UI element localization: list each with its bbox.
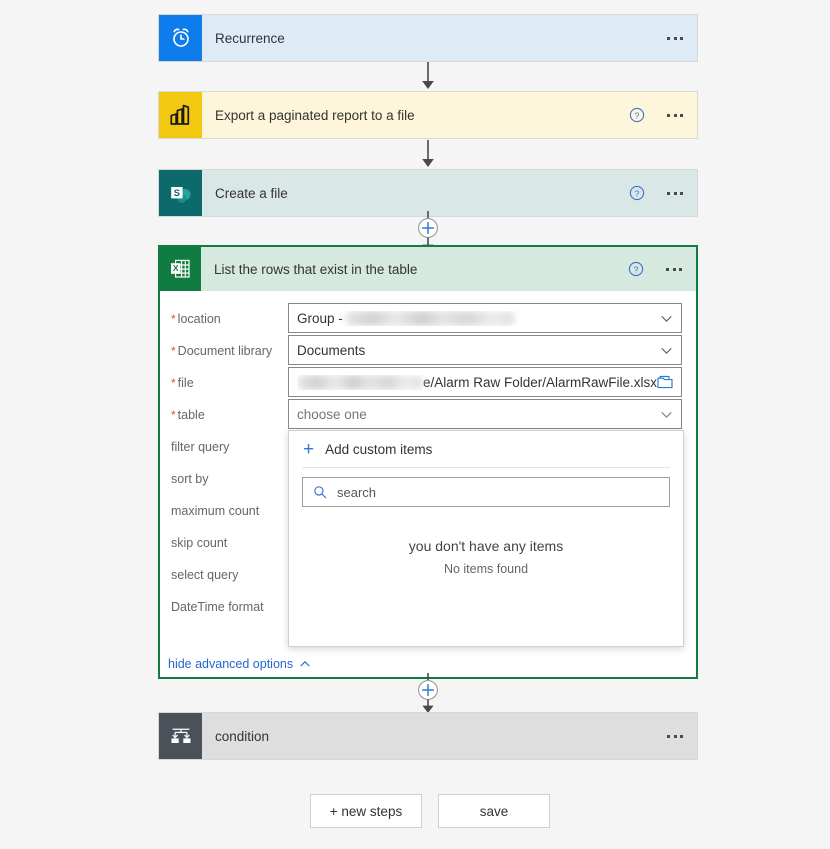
- expanded-card-title-bar: List the rows that exist in the table ?: [201, 247, 696, 291]
- field-label-location: * location: [171, 312, 221, 326]
- redacted-file-path-prefix: [297, 374, 423, 390]
- new-steps-button[interactable]: + new steps: [310, 794, 422, 828]
- flow-card-condition[interactable]: condition: [158, 712, 698, 760]
- plus-icon: +: [303, 438, 315, 460]
- power-bi-icon: [159, 92, 202, 138]
- file-path-input[interactable]: e/Alarm Raw Folder/AlarmRawFile.xlsx: [288, 367, 682, 397]
- location-value: Group -: [297, 310, 656, 326]
- svg-text:?: ?: [634, 264, 639, 274]
- dropdown-empty-state: you don't have any items No items found: [289, 538, 683, 576]
- alarm-clock-icon: [159, 15, 202, 61]
- help-icon[interactable]: ?: [629, 107, 645, 123]
- required-asterisk: *: [171, 344, 176, 358]
- expanded-card-header: X List the rows that exist in the table …: [160, 247, 696, 291]
- chevron-up-icon: [300, 661, 310, 667]
- svg-text:S: S: [173, 187, 179, 198]
- add-custom-items-button[interactable]: + Add custom items: [289, 431, 683, 467]
- card-menu-button[interactable]: [663, 31, 687, 46]
- help-icon[interactable]: ?: [628, 261, 644, 277]
- required-asterisk: *: [171, 408, 176, 422]
- card-menu-button[interactable]: [662, 262, 686, 277]
- flow-card-create-a-file[interactable]: S Create a file ?: [158, 169, 698, 217]
- chevron-down-icon: [661, 347, 672, 354]
- flow-card-body: condition: [202, 713, 697, 759]
- dropdown-search-input[interactable]: search: [302, 477, 670, 507]
- dropdown-search-wrapper: search: [289, 468, 683, 507]
- field-label-document-library: * Document library: [171, 344, 273, 358]
- svg-text:?: ?: [635, 188, 640, 198]
- flow-card-recurrence[interactable]: Recurrence: [158, 14, 698, 62]
- excel-table-icon: X: [160, 247, 201, 291]
- flow-card-title: Recurrence: [215, 30, 285, 46]
- document-library-dropdown[interactable]: Documents: [288, 335, 682, 365]
- chevron-down-icon: [661, 411, 672, 418]
- flow-card-title: Create a file: [215, 185, 288, 201]
- empty-state-subtitle: No items found: [443, 562, 529, 576]
- flow-designer-canvas: Recurrence Export a paginated report to …: [0, 0, 830, 849]
- sharepoint-icon: S: [159, 170, 202, 216]
- flow-action-buttons: + new steps save: [310, 794, 550, 828]
- folder-picker-icon: [657, 375, 673, 389]
- empty-state-title: you don't have any items: [408, 538, 564, 554]
- flow-card-title: condition: [215, 728, 270, 744]
- svg-text:X: X: [172, 263, 178, 273]
- expanded-card-title: List the rows that exist in the table: [214, 261, 418, 277]
- document-library-value: Documents: [297, 342, 366, 358]
- field-row-location: * location Group -: [160, 303, 696, 335]
- help-icon[interactable]: ?: [629, 185, 645, 201]
- card-menu-button[interactable]: [663, 108, 687, 123]
- field-row-table: * table choose one: [160, 399, 696, 431]
- field-row-file: * file e/Alarm Raw Folder/AlarmRawFile.xl…: [160, 367, 696, 399]
- chevron-down-icon: [661, 315, 672, 322]
- redacted-location-text: [344, 310, 515, 326]
- svg-text:?: ?: [635, 110, 640, 120]
- table-dropdown-panel[interactable]: + Add custom items search you don't have…: [288, 430, 684, 647]
- flow-card-body: Export a paginated report to a file ?: [202, 92, 697, 138]
- field-label-file: * file: [171, 376, 194, 390]
- flow-connector-1: [418, 62, 438, 91]
- search-icon: [314, 486, 327, 499]
- location-dropdown[interactable]: Group -: [288, 303, 682, 333]
- required-asterisk: *: [171, 376, 176, 390]
- card-menu-button[interactable]: [663, 729, 687, 744]
- field-label-table: * table: [171, 408, 205, 422]
- table-value: choose one: [297, 406, 367, 422]
- search-placeholder: search: [337, 484, 377, 500]
- condition-branch-icon: [159, 713, 202, 759]
- required-asterisk: *: [171, 312, 176, 326]
- flow-connector-2: [418, 140, 438, 169]
- card-menu-button[interactable]: [663, 186, 687, 201]
- field-row-document-library: * Document library Documents: [160, 335, 696, 367]
- file-path-value: e/Alarm Raw Folder/AlarmRawFile.xlsx: [297, 374, 657, 390]
- table-dropdown[interactable]: choose one: [288, 399, 682, 429]
- add-custom-items-label: Add custom items: [325, 441, 433, 457]
- flow-card-export-paginated-report[interactable]: Export a paginated report to a file ?: [158, 91, 698, 139]
- hide-advanced-options-label: hide advanced options: [168, 657, 294, 671]
- flow-card-body: Recurrence: [202, 15, 697, 61]
- flow-card-title: Export a paginated report to a file: [215, 107, 415, 123]
- hide-advanced-options-link[interactable]: hide advanced options: [168, 657, 311, 671]
- flow-card-body: Create a file ?: [202, 170, 697, 216]
- save-button[interactable]: save: [438, 794, 550, 828]
